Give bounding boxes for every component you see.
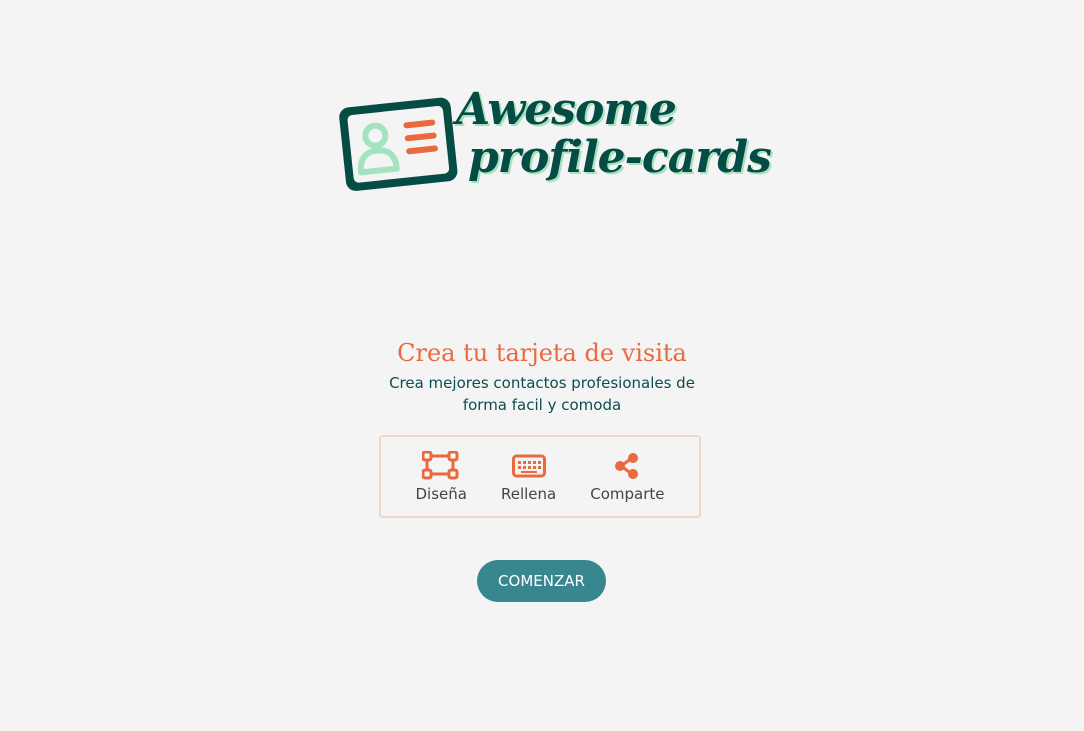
step-label: Rellena <box>500 484 557 503</box>
hero-section: Crea tu tarjeta de visita Crea mejores c… <box>0 338 1084 416</box>
step-design: Diseña <box>415 450 467 503</box>
logo-wordmark: Awesome profile-cards <box>456 84 772 183</box>
hero-subtitle: Crea mejores contactos profesionales de … <box>389 374 695 414</box>
step-label: Diseña <box>415 484 467 503</box>
app-logo: Awesome profile-cards <box>336 88 772 204</box>
design-vector-icon <box>422 450 460 481</box>
id-card-icon <box>339 97 458 191</box>
logo-line-1: Awesome <box>456 84 677 135</box>
keyboard-icon <box>510 451 548 481</box>
step-label: Comparte <box>590 484 665 503</box>
start-button[interactable]: COMENZAR <box>477 560 606 602</box>
hero-title: Crea tu tarjeta de visita <box>397 339 687 367</box>
step-fill: Rellena <box>501 451 556 503</box>
logo-line-2: profile-cards <box>468 132 772 183</box>
steps-box: Diseña Rellena Comparte <box>379 435 701 518</box>
step-share: Comparte <box>590 451 664 503</box>
share-icon <box>608 451 646 481</box>
